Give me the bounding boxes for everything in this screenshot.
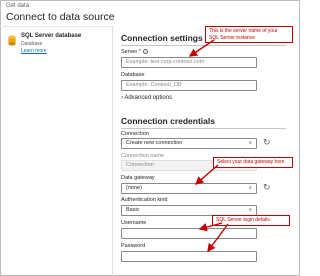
gateway-arrow: [194, 164, 219, 185]
server-arrow: [188, 39, 215, 57]
login-arrow-password: [207, 223, 229, 253]
login-arrow-username: [198, 222, 223, 232]
annotation-arrows: [188, 39, 229, 253]
